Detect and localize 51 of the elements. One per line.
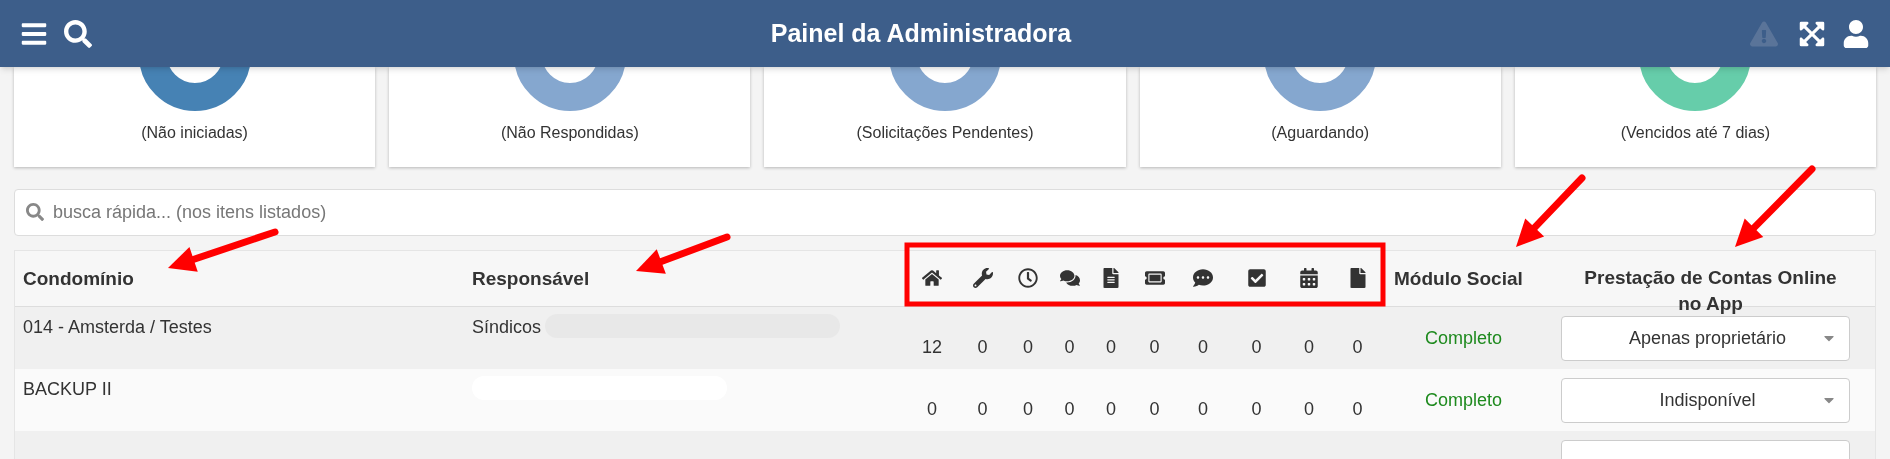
access-select[interactable]: Indisponível <box>1561 377 1850 423</box>
count-cell-text: 0 <box>1304 398 1314 421</box>
count-cell-text: 0 <box>927 398 937 421</box>
card-label: (Aguardando) <box>1271 123 1370 143</box>
count-cell-text: 0 <box>977 398 988 421</box>
table-cell-text: Síndicos <box>472 316 542 339</box>
count-cell-text: 12 <box>922 336 942 359</box>
count-cell-text: 0 <box>1149 336 1160 359</box>
status-text: Completo <box>1424 388 1502 412</box>
table-cell: 014 - Amsterda / Testes <box>23 317 212 337</box>
column-header: Condomínio <box>23 268 134 289</box>
column-header: Responsável <box>472 268 590 289</box>
search-button[interactable] <box>64 19 92 48</box>
status-text: Completo <box>1424 326 1502 350</box>
card-label: (Vencidos até 7 dias) <box>1620 123 1771 143</box>
count-cell-text: 0 <box>1106 336 1116 359</box>
ticket-icon <box>1144 268 1165 288</box>
document-icon <box>1101 268 1121 288</box>
count-cell-text: 0 <box>1023 398 1033 421</box>
calendar-icon <box>1299 268 1319 288</box>
table-cell: BACKUP II <box>23 379 112 399</box>
count-cell-text: 0 <box>1023 336 1033 359</box>
count-cell-text: 0 <box>1251 398 1262 421</box>
card-label: (Não iniciadas) <box>141 123 248 143</box>
count-cell-text: 0 <box>1251 336 1262 359</box>
clock-icon <box>1018 268 1038 288</box>
search-field[interactable]: busca rápida... (nos itens listados) <box>14 189 1876 236</box>
column-header: Módulo Social <box>1394 268 1523 289</box>
count-cell-text: 0 <box>1106 398 1116 421</box>
wrench-icon <box>972 268 993 288</box>
card-label: (Solicitações Pendentes) <box>856 123 1034 143</box>
count-cell-text: 0 <box>1149 398 1160 421</box>
count-cell-text: 0 <box>1352 336 1363 359</box>
chat-bubbles-icon <box>1059 268 1080 288</box>
fullscreen-button[interactable] <box>1798 19 1826 48</box>
access-select[interactable]: Apenas proprietário <box>1561 315 1850 361</box>
user-button[interactable] <box>1842 19 1870 48</box>
page-title: Painel da Administradora <box>770 17 1072 49</box>
count-cell-text: 0 <box>1064 398 1075 421</box>
count-cell-text: 0 <box>1198 336 1208 359</box>
count-cell-text: 0 <box>1064 336 1075 359</box>
count-cell-text: 0 <box>977 336 988 359</box>
search-icon <box>26 203 44 221</box>
count-cell-text: 0 <box>1352 398 1363 421</box>
count-cell-text: 0 <box>1304 336 1314 359</box>
checkbox-icon <box>1246 268 1267 288</box>
card-label: (Não Respondidas) <box>500 123 639 143</box>
column-header: Prestação de Contas Online no App <box>1584 267 1837 314</box>
count-cell-text: 0 <box>1198 398 1208 421</box>
home-icon <box>922 268 942 288</box>
comment-icon <box>1193 268 1213 288</box>
